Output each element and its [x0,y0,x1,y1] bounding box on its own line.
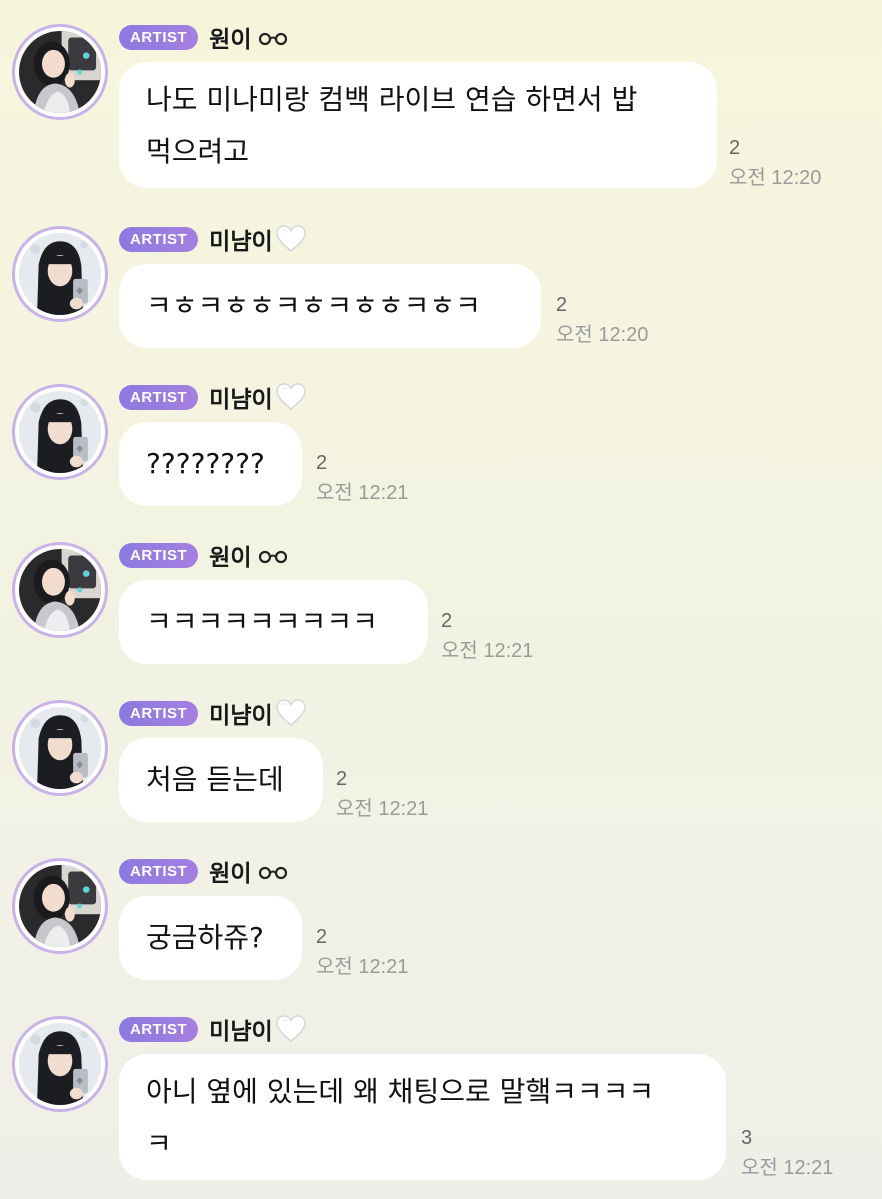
avatar[interactable] [12,700,108,796]
message-header: ARTIST 미냠이 [119,698,306,729]
message-meta: 2 오전 12:20 [729,136,821,190]
unread-count: 2 [336,768,348,790]
white-heart-icon [275,699,306,727]
artist-badge: ARTIST [119,384,199,410]
artist-badge: ARTIST [119,700,199,726]
glasses-icon [255,545,291,565]
unread-count: 2 [316,926,328,948]
message-line: 나도 미나미랑 컴백 라이브 연습 하면서 밥 [146,83,638,116]
message-meta: 2 오전 12:21 [441,609,533,663]
message-bubble[interactable]: 아니 옆에 있는데 왜 채팅으로 말햌ㅋㅋㅋㅋㅋ [119,1054,726,1180]
author-name: 미냠이 [209,229,273,255]
timestamp: 오전 12:21 [316,956,409,978]
timestamp: 오전 12:21 [316,482,409,504]
timestamp: 오전 12:21 [441,640,534,662]
message-bubble[interactable]: 나도 미나미랑 컴백 라이브 연습 하면서 밥먹으려고 [119,62,717,188]
avatar[interactable] [12,24,108,120]
message-meta: 2 오전 12:21 [316,451,408,505]
artist-badge: ARTIST [119,542,199,568]
author-name: 원이 [209,545,252,571]
white-heart-icon [275,225,306,253]
unread-count: 2 [316,452,328,474]
message-meta: 3 오전 12:21 [741,1126,833,1180]
message-text: ???????? [146,447,265,480]
message-meta: 2 오전 12:21 [336,767,428,821]
timestamp: 오전 12:20 [556,324,649,346]
avatar[interactable] [12,542,108,638]
glasses-icon [255,861,291,881]
unread-count: 3 [741,1127,753,1149]
message-bubble[interactable]: ㅋㅋㅋㅋㅋㅋㅋㅋㅋ [119,580,428,664]
avatar[interactable] [12,226,108,322]
message-header: ARTIST 미냠이 [119,382,306,413]
white-heart-icon [275,383,306,411]
message-bubble[interactable]: ???????? [119,422,302,506]
message-line: 아니 옆에 있는데 왜 채팅으로 말햌ㅋㅋㅋㅋ [146,1075,655,1108]
author-name: 미냠이 [209,387,273,413]
message-bubble[interactable]: 처음 듣는데 [119,738,323,822]
avatar[interactable] [12,384,108,480]
author-name: 원이 [209,861,252,887]
avatar[interactable] [12,1016,108,1112]
message-header: ARTIST 원이 [119,22,291,53]
artist-badge: ARTIST [119,226,199,252]
message-header: ARTIST 미냠이 [119,224,306,255]
message-line: ㅋ [146,1127,172,1160]
message-text: ㅋㅎㅋㅎㅎㅋㅎㅋㅎㅎㅋㅎㅋ [146,289,481,322]
glasses-icon [255,27,291,47]
white-heart-icon [275,1015,306,1043]
message-header: ARTIST 원이 [119,856,291,887]
message-bubble[interactable]: ㅋㅎㅋㅎㅎㅋㅎㅋㅎㅎㅋㅎㅋ [119,264,541,348]
author-name: 원이 [209,27,252,53]
message-header: ARTIST 미냠이 [119,1014,306,1045]
message-text: 처음 듣는데 [146,763,284,796]
artist-badge: ARTIST [119,24,199,50]
author-name: 미냠이 [209,703,273,729]
author-name: 미냠이 [209,1019,273,1045]
unread-count: 2 [556,294,568,316]
artist-badge: ARTIST [119,858,199,884]
unread-count: 2 [729,137,741,159]
message-meta: 2 오전 12:21 [316,925,408,979]
timestamp: 오전 12:20 [729,167,822,189]
unread-count: 2 [441,610,453,632]
artist-badge: ARTIST [119,1016,199,1042]
message-bubble[interactable]: 궁금하쥬? [119,896,302,980]
message-text: 궁금하쥬? [146,921,264,954]
message-header: ARTIST 원이 [119,540,291,571]
avatar[interactable] [12,858,108,954]
message-meta: 2 오전 12:20 [556,293,648,347]
message-line: 먹으려고 [146,135,250,168]
timestamp: 오전 12:21 [741,1157,834,1179]
timestamp: 오전 12:21 [336,798,429,820]
message-text: ㅋㅋㅋㅋㅋㅋㅋㅋㅋ [146,605,378,638]
